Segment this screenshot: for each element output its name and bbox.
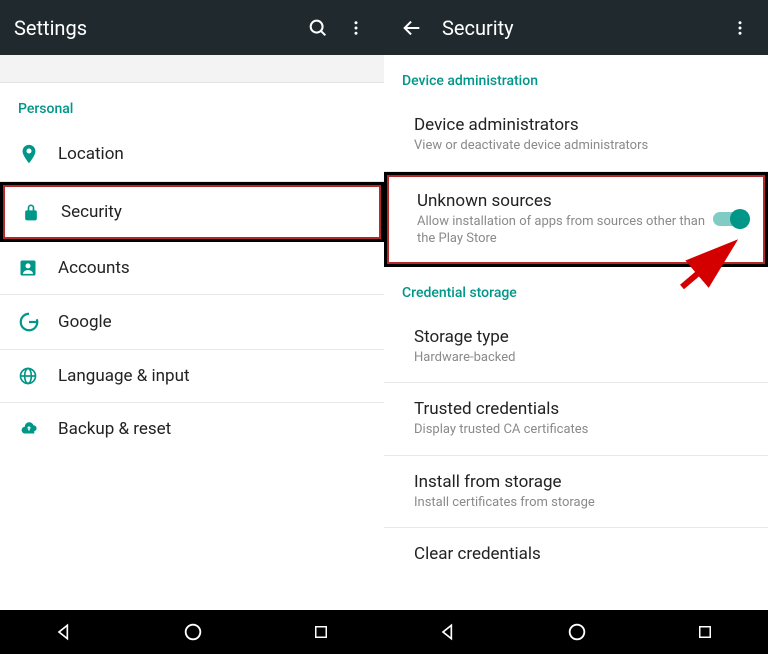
row-install[interactable]: Install from storage Install certificate…: [384, 456, 768, 529]
overflow-icon[interactable]: [342, 14, 370, 42]
row-sub: Display trusted CA certificates: [414, 421, 750, 439]
nav-home-icon[interactable]: [182, 621, 204, 643]
nav-back-icon[interactable]: [54, 622, 74, 642]
row-label: Backup & reset: [58, 419, 366, 439]
row-security[interactable]: Security: [0, 182, 384, 242]
navbar: [0, 610, 384, 654]
row-label: Location: [58, 144, 366, 164]
location-icon: [18, 143, 58, 165]
row-title: Trusted credentials: [414, 399, 750, 419]
screen-security: Security Device administration Device ad…: [384, 0, 768, 654]
account-icon: [18, 258, 58, 278]
row-clear[interactable]: Clear credentials: [384, 528, 768, 580]
row-title: Unknown sources: [417, 191, 707, 211]
nav-recent-icon[interactable]: [312, 623, 330, 641]
row-location[interactable]: Location: [0, 127, 384, 182]
row-google[interactable]: Google: [0, 295, 384, 350]
row-title: Clear credentials: [414, 544, 750, 564]
row-sub: Install certificates from storage: [414, 494, 750, 512]
security-list: Device administration Device administrat…: [384, 55, 768, 610]
globe-icon: [18, 366, 58, 386]
nav-home-icon[interactable]: [566, 621, 588, 643]
nav-back-icon[interactable]: [438, 622, 458, 642]
overflow-icon[interactable]: [726, 14, 754, 42]
row-trusted[interactable]: Trusted credentials Display trusted CA c…: [384, 383, 768, 456]
unknown-sources-toggle[interactable]: [707, 212, 747, 226]
row-device-admin[interactable]: Device administrators View or deactivate…: [384, 99, 768, 172]
row-label: Language & input: [58, 366, 366, 386]
row-storage-type[interactable]: Storage type Hardware-backed: [384, 311, 768, 384]
row-unknown-sources[interactable]: Unknown sources Allow installation of ap…: [384, 172, 768, 267]
row-label: Google: [58, 312, 366, 332]
screen-settings: Settings Personal Location Securit: [0, 0, 384, 654]
search-icon[interactable]: [304, 14, 332, 42]
navbar: [384, 610, 768, 654]
section-personal: Personal: [0, 83, 384, 127]
row-sub: Hardware-backed: [414, 349, 750, 367]
backup-icon: [18, 420, 58, 438]
google-icon: [18, 311, 58, 333]
row-language[interactable]: Language & input: [0, 350, 384, 403]
section-device-admin: Device administration: [384, 55, 768, 99]
row-label: Security: [61, 202, 363, 222]
divider: [0, 55, 384, 83]
lock-icon: [21, 201, 61, 223]
row-backup[interactable]: Backup & reset: [0, 403, 384, 455]
back-arrow-icon[interactable]: [398, 14, 426, 42]
switch-on-icon: [713, 212, 747, 226]
settings-list: Personal Location Security Accounts: [0, 55, 384, 610]
appbar-security: Security: [384, 0, 768, 55]
row-accounts[interactable]: Accounts: [0, 242, 384, 295]
row-title: Device administrators: [414, 115, 750, 135]
section-credential: Credential storage: [384, 267, 768, 311]
appbar-settings: Settings: [0, 0, 384, 55]
row-title: Install from storage: [414, 472, 750, 492]
nav-recent-icon[interactable]: [696, 623, 714, 641]
appbar-title: Security: [442, 16, 716, 40]
row-sub: Allow installation of apps from sources …: [417, 213, 707, 248]
row-sub: View or deactivate device administrators: [414, 137, 750, 155]
row-title: Storage type: [414, 327, 750, 347]
row-label: Accounts: [58, 258, 366, 278]
appbar-title: Settings: [14, 16, 294, 40]
